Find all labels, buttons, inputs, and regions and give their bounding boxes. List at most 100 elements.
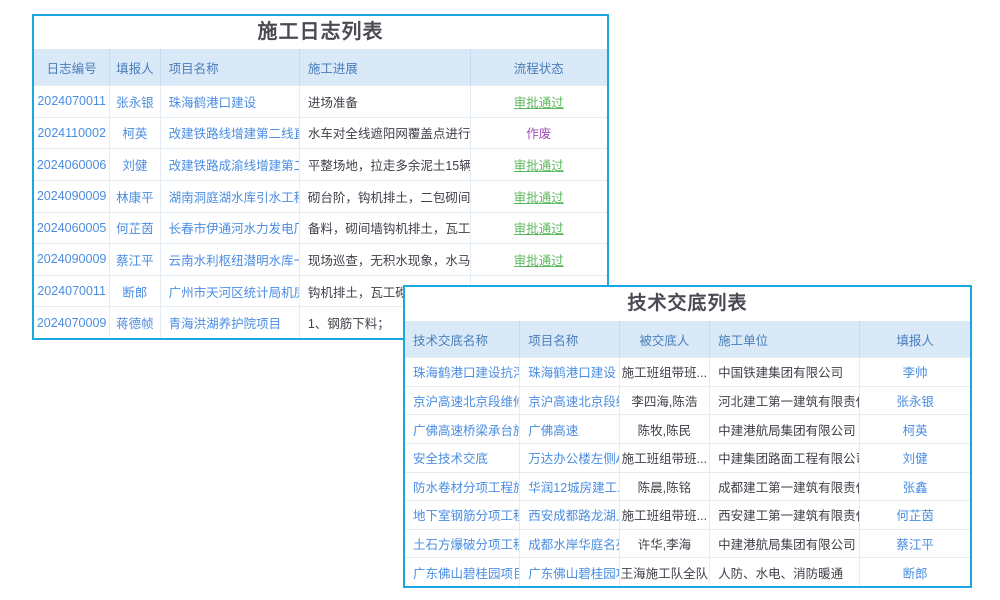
- cell-id[interactable]: 2024060006: [34, 149, 110, 180]
- table-header-row: 日志编号填报人项目名称施工进展流程状态: [34, 49, 607, 85]
- column-header-progress: 施工进展: [300, 49, 471, 85]
- table-row: 地下室钢筋分项工程...西安成都路龙湖上...施工班组带班...西安建工第一建筑…: [405, 500, 970, 529]
- cell-reporter[interactable]: 蔡江平: [110, 244, 160, 275]
- cell-status[interactable]: 审批通过: [471, 149, 607, 180]
- cell-name[interactable]: 广佛高速桥梁承台施...: [405, 415, 520, 443]
- cell-progress: 进场准备: [300, 86, 471, 117]
- cell-id[interactable]: 2024060005: [34, 213, 110, 244]
- cell-reporter[interactable]: 何芷茵: [110, 213, 160, 244]
- table-row: 广东佛山碧桂园项目...广东佛山碧桂园项目王海施工队全队人防、水电、消防暖通断郎: [405, 557, 970, 586]
- cell-reporter[interactable]: 蔡江平: [860, 530, 970, 558]
- cell-project[interactable]: 珠海鹤港口建设: [161, 86, 300, 117]
- table-row: 京沪高速北京段维修...京沪高速北京段维修李四海,陈浩河北建工第一建筑有限责任公…: [405, 386, 970, 415]
- cell-unit: 中建集团路面工程有限公司: [710, 444, 860, 472]
- cell-name[interactable]: 珠海鹤港口建设抗浮...: [405, 358, 520, 386]
- cell-name[interactable]: 地下室钢筋分项工程...: [405, 501, 520, 529]
- cell-status[interactable]: 审批通过: [471, 213, 607, 244]
- cell-project[interactable]: 改建铁路成渝线增建第二...: [161, 149, 300, 180]
- cell-reporter[interactable]: 断郎: [860, 558, 970, 586]
- column-header-project: 项目名称: [161, 49, 300, 85]
- cell-reporter[interactable]: 刘健: [110, 149, 160, 180]
- cell-progress: 平整场地，拉走多余泥土15辆...: [300, 149, 471, 180]
- cell-reporter[interactable]: 张鑫: [860, 473, 970, 501]
- column-header-project: 项目名称: [520, 321, 619, 357]
- cell-recipient: 王海施工队全队: [620, 558, 710, 586]
- cell-project[interactable]: 广州市天河区统计局机房...: [161, 276, 300, 307]
- cell-reporter[interactable]: 何芷茵: [860, 501, 970, 529]
- cell-reporter[interactable]: 张永银: [110, 86, 160, 117]
- table-row: 2024060006刘健改建铁路成渝线增建第二...平整场地，拉走多余泥土15辆…: [34, 148, 607, 180]
- table-row: 珠海鹤港口建设抗浮...珠海鹤港口建设施工班组带班...中国铁建集团有限公司李帅: [405, 357, 970, 386]
- page-title: 施工日志列表: [34, 16, 607, 49]
- tech-disclosure-panel: 技术交底列表 技术交底名称项目名称被交底人施工单位填报人 珠海鹤港口建设抗浮..…: [403, 285, 972, 588]
- cell-unit: 人防、水电、消防暖通: [710, 558, 860, 586]
- cell-reporter[interactable]: 断郎: [110, 276, 160, 307]
- table-row: 土石方爆破分项工程...成都水岸华庭名苑...许华,李海中建港航局集团有限公司蔡…: [405, 529, 970, 558]
- cell-progress: 水车对全线遮阳网覆盖点进行...: [300, 118, 471, 149]
- table-row: 防水卷材分项工程施...华润12城房建工...陈晨,陈铭成都建工第一建筑有限责任…: [405, 472, 970, 501]
- cell-project[interactable]: 华润12城房建工...: [520, 473, 619, 501]
- cell-progress: 砌台阶，钩机排土，二包砌间...: [300, 181, 471, 212]
- table-row: 2024110002柯英改建铁路线增建第二线直...水车对全线遮阳网覆盖点进行.…: [34, 117, 607, 149]
- cell-reporter[interactable]: 蒋德帧: [110, 307, 160, 338]
- cell-reporter[interactable]: 张永银: [860, 387, 970, 415]
- cell-project[interactable]: 广佛高速: [520, 415, 619, 443]
- table-body: 珠海鹤港口建设抗浮...珠海鹤港口建设施工班组带班...中国铁建集团有限公司李帅…: [405, 357, 970, 586]
- cell-project[interactable]: 改建铁路线增建第二线直...: [161, 118, 300, 149]
- cell-name[interactable]: 广东佛山碧桂园项目...: [405, 558, 520, 586]
- table-row: 2024060005何芷茵长春市伊通河水力发电厂...备料，砌间墙钩机排土，瓦工…: [34, 212, 607, 244]
- cell-name[interactable]: 土石方爆破分项工程...: [405, 530, 520, 558]
- cell-recipient: 施工班组带班...: [620, 358, 710, 386]
- cell-name[interactable]: 安全技术交底: [405, 444, 520, 472]
- cell-unit: 西安建工第一建筑有限责任公司: [710, 501, 860, 529]
- cell-name[interactable]: 防水卷材分项工程施...: [405, 473, 520, 501]
- cell-project[interactable]: 成都水岸华庭名苑...: [520, 530, 619, 558]
- cell-id[interactable]: 2024090009: [34, 181, 110, 212]
- table-row: 安全技术交底万达办公楼左侧A...施工班组带班...中建集团路面工程有限公司刘健: [405, 443, 970, 472]
- cell-project[interactable]: 湖南洞庭湖水库引水工程...: [161, 181, 300, 212]
- cell-id[interactable]: 2024070011: [34, 276, 110, 307]
- column-header-recipient: 被交底人: [620, 321, 710, 357]
- cell-reporter[interactable]: 林康平: [110, 181, 160, 212]
- cell-project[interactable]: 万达办公楼左侧A...: [520, 444, 619, 472]
- cell-unit: 中建港航局集团有限公司: [710, 530, 860, 558]
- cell-recipient: 许华,李海: [620, 530, 710, 558]
- cell-progress: 备料，砌间墙钩机排土，瓦工...: [300, 213, 471, 244]
- cell-status[interactable]: 作废: [471, 118, 607, 149]
- cell-id[interactable]: 2024070009: [34, 307, 110, 338]
- cell-project[interactable]: 云南水利枢纽潜明水库一...: [161, 244, 300, 275]
- column-header-reporter: 填报人: [860, 321, 970, 357]
- column-header-unit: 施工单位: [710, 321, 860, 357]
- cell-project[interactable]: 青海洪湖养护院项目: [161, 307, 300, 338]
- cell-project[interactable]: 长春市伊通河水力发电厂...: [161, 213, 300, 244]
- cell-project[interactable]: 西安成都路龙湖上...: [520, 501, 619, 529]
- cell-status[interactable]: 审批通过: [471, 86, 607, 117]
- cell-name[interactable]: 京沪高速北京段维修...: [405, 387, 520, 415]
- table-row: 2024070011张永银珠海鹤港口建设进场准备审批通过: [34, 85, 607, 117]
- cell-project[interactable]: 珠海鹤港口建设: [520, 358, 619, 386]
- cell-unit: 成都建工第一建筑有限责任公司: [710, 473, 860, 501]
- cell-reporter[interactable]: 柯英: [860, 415, 970, 443]
- cell-id[interactable]: 2024090009: [34, 244, 110, 275]
- cell-recipient: 陈晨,陈铭: [620, 473, 710, 501]
- cell-status[interactable]: 审批通过: [471, 181, 607, 212]
- cell-reporter[interactable]: 柯英: [110, 118, 160, 149]
- cell-status[interactable]: 审批通过: [471, 244, 607, 275]
- cell-unit: 中国铁建集团有限公司: [710, 358, 860, 386]
- column-header-status: 流程状态: [471, 49, 607, 85]
- cell-id[interactable]: 2024110002: [34, 118, 110, 149]
- cell-project[interactable]: 京沪高速北京段维修: [520, 387, 619, 415]
- cell-id[interactable]: 2024070011: [34, 86, 110, 117]
- table-header-row: 技术交底名称项目名称被交底人施工单位填报人: [405, 321, 970, 357]
- cell-recipient: 陈牧,陈民: [620, 415, 710, 443]
- cell-progress: 现场巡查，无积水现象，水马...: [300, 244, 471, 275]
- column-header-name: 技术交底名称: [405, 321, 520, 357]
- cell-reporter[interactable]: 刘健: [860, 444, 970, 472]
- table-row: 2024090009蔡江平云南水利枢纽潜明水库一...现场巡查，无积水现象，水马…: [34, 243, 607, 275]
- cell-project[interactable]: 广东佛山碧桂园项目: [520, 558, 619, 586]
- cell-reporter[interactable]: 李帅: [860, 358, 970, 386]
- cell-recipient: 施工班组带班...: [620, 444, 710, 472]
- cell-unit: 河北建工第一建筑有限责任公司: [710, 387, 860, 415]
- table-row: 2024090009林康平湖南洞庭湖水库引水工程...砌台阶，钩机排土，二包砌间…: [34, 180, 607, 212]
- column-header-reporter: 填报人: [110, 49, 160, 85]
